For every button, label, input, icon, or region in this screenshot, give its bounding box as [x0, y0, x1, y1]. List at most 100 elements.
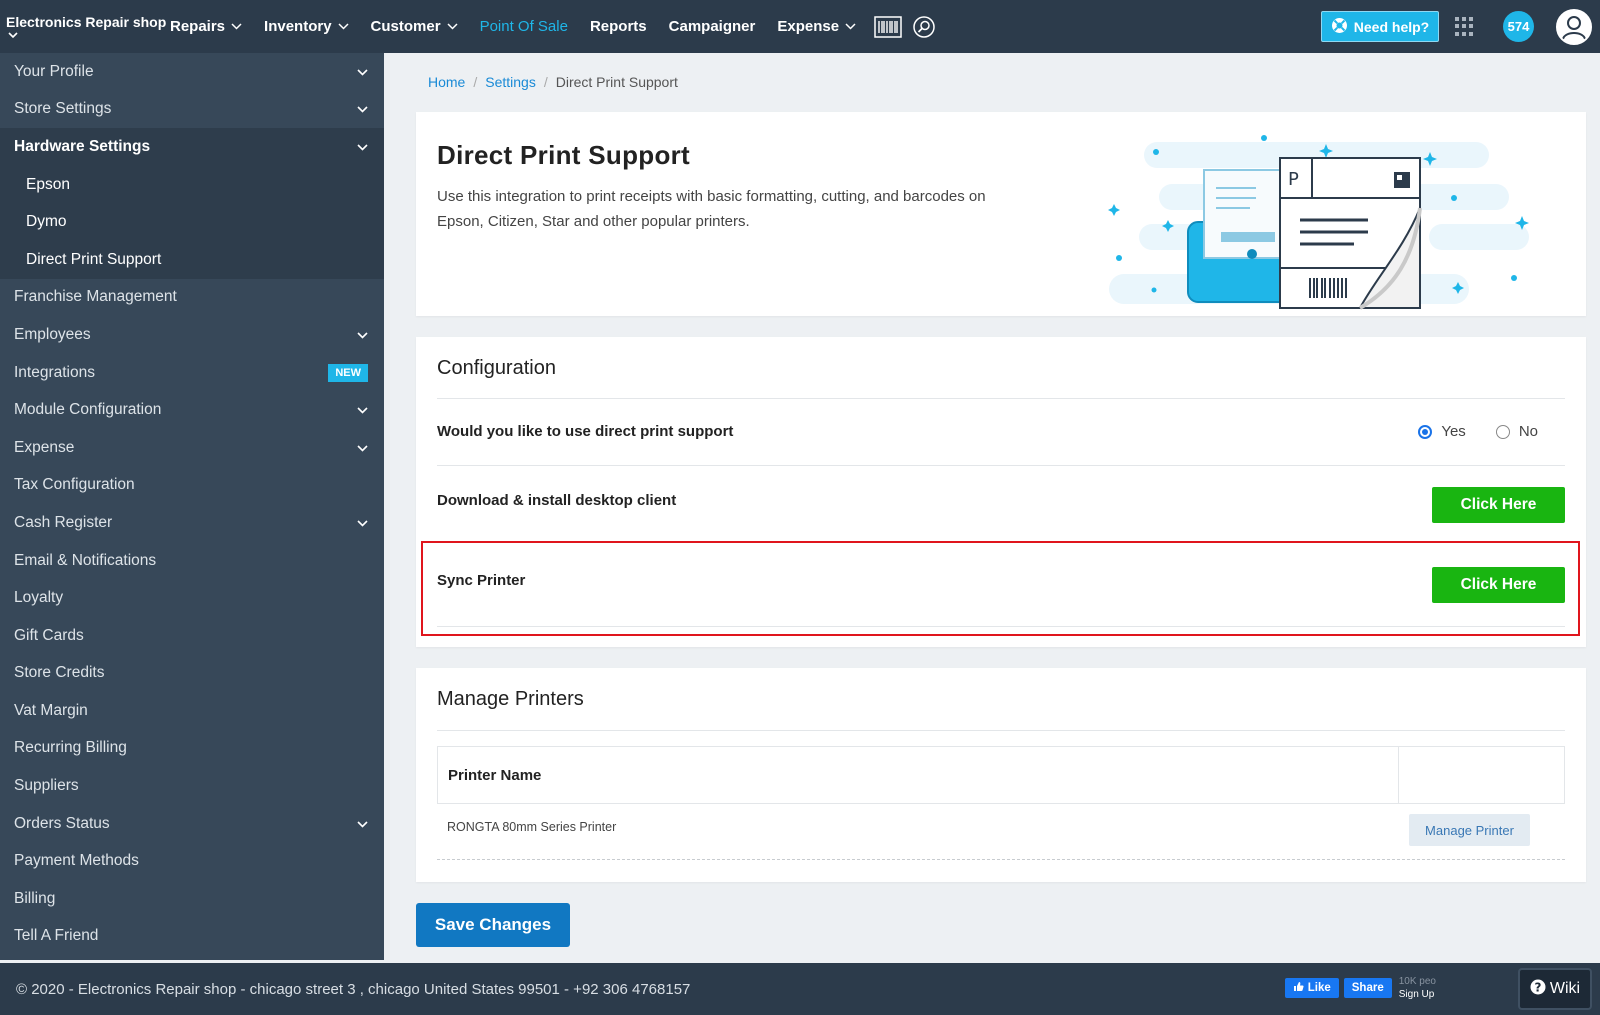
sync-printer-label: Sync Printer: [437, 572, 526, 589]
lifebuoy-icon: [1331, 17, 1348, 37]
chevron-down-icon: [357, 326, 368, 344]
chevron-down-icon: [357, 439, 368, 457]
chevron-down-icon: [8, 32, 18, 39]
need-help-button[interactable]: Need help?: [1321, 11, 1439, 42]
sidebar-item-label: Franchise Management: [14, 288, 177, 306]
sidebar-item-label: Employees: [14, 325, 91, 343]
breadcrumb-settings[interactable]: Settings: [485, 74, 536, 90]
sidebar-item-label: Epson: [26, 175, 70, 193]
save-changes-button[interactable]: Save Changes: [416, 903, 570, 947]
chevron-down-icon: [357, 138, 368, 156]
apps-grid-icon[interactable]: [1455, 16, 1475, 37]
sidebar-item-direct-print-support[interactable]: Direct Print Support: [0, 240, 384, 279]
radio-no[interactable]: No: [1495, 423, 1538, 440]
sidebar-item-vat-margin[interactable]: Vat Margin: [0, 692, 384, 730]
sidebar-item-franchise-management[interactable]: Franchise Management: [0, 279, 384, 317]
nav-label: Point Of Sale: [479, 18, 568, 35]
search-icon[interactable]: [910, 15, 938, 38]
sidebar-item-expense[interactable]: Expense: [0, 429, 384, 467]
facebook-social-text: 10K peo Sign Up: [1399, 975, 1436, 1001]
chevron-down-icon: [447, 23, 458, 30]
svg-text:P: P: [1288, 169, 1299, 190]
sidebar-item-dymo[interactable]: Dymo: [0, 203, 384, 241]
divider: [437, 626, 1565, 627]
nav-label: Customer: [370, 18, 441, 35]
radio-yes-dot[interactable]: [1418, 424, 1433, 439]
sidebar-item-tax-configuration[interactable]: Tax Configuration: [0, 467, 384, 505]
sidebar-item-gift-cards[interactable]: Gift Cards: [0, 617, 384, 655]
divider: [437, 537, 1565, 538]
sidebar-item-suppliers[interactable]: Suppliers: [0, 767, 384, 805]
facebook-like-button[interactable]: Like: [1284, 978, 1339, 998]
radio-yes-label: Yes: [1441, 423, 1466, 440]
sidebar-item-payment-methods[interactable]: Payment Methods: [0, 842, 384, 880]
barcode-icon[interactable]: [874, 15, 902, 38]
manage-printers-title: Manage Printers: [437, 688, 584, 710]
chevron-down-icon: [338, 23, 349, 30]
configuration-card: Configuration Would you like to use dire…: [416, 337, 1586, 647]
direct-print-radio-group: Yes No: [1418, 423, 1538, 440]
settings-sidebar: Your Profile Store Settings Hardware Setti…: [0, 53, 384, 960]
configuration-title: Configuration: [437, 357, 556, 379]
sidebar-item-employees[interactable]: Employees: [0, 316, 384, 354]
sidebar-item-billing[interactable]: Billing: [0, 880, 384, 918]
facebook-count: 10K peo: [1398, 976, 1436, 987]
sidebar-item-label: Store Credits: [14, 664, 105, 682]
radio-yes[interactable]: Yes: [1418, 423, 1466, 440]
sidebar-item-hardware-settings[interactable]: Hardware Settings: [0, 128, 384, 166]
wiki-button[interactable]: ? Wiki: [1518, 968, 1592, 1010]
facebook-signup-link[interactable]: Sign Up: [1399, 988, 1436, 1001]
nav-customer[interactable]: Customer: [371, 18, 458, 35]
printer-illustration: P: [1108, 135, 1529, 310]
intro-card: Direct Print Support Use this integratio…: [416, 112, 1586, 316]
sidebar-item-module-configuration[interactable]: Module Configuration: [0, 391, 384, 429]
manage-printer-button[interactable]: Manage Printer: [1409, 814, 1530, 846]
sidebar-item-orders-status[interactable]: Orders Status: [0, 805, 384, 843]
sync-printer-button[interactable]: Click Here: [1432, 567, 1565, 603]
sidebar-item-label: Tell A Friend: [14, 927, 99, 945]
sidebar-item-your-profile[interactable]: Your Profile: [0, 53, 384, 91]
sidebar-item-recurring-billing[interactable]: Recurring Billing: [0, 730, 384, 768]
radio-no-label: No: [1518, 423, 1538, 440]
nav-point-of-sale[interactable]: Point Of Sale: [480, 18, 568, 35]
store-switcher[interactable]: Electronics Repair shop: [0, 0, 170, 53]
sidebar-item-cash-register[interactable]: Cash Register: [0, 504, 384, 542]
radio-no-dot[interactable]: [1495, 424, 1510, 439]
nav-inventory[interactable]: Inventory: [264, 18, 349, 35]
sidebar-item-loyalty[interactable]: Loyalty: [0, 579, 384, 617]
page-title: Direct Print Support: [437, 140, 691, 170]
nav-label: Reports: [589, 18, 647, 35]
nav-reports[interactable]: Reports: [590, 18, 647, 35]
nav-expense[interactable]: Expense: [777, 18, 856, 35]
question-circle-icon: ?: [1530, 979, 1546, 1000]
sidebar-item-label: Orders Status: [14, 814, 110, 832]
sidebar-item-label: Module Configuration: [14, 401, 162, 419]
user-avatar[interactable]: [1556, 8, 1592, 45]
page-description: Use this integration to print receipts w…: [437, 188, 986, 230]
facebook-share-button[interactable]: Share: [1343, 978, 1392, 998]
sidebar-item-tell-a-friend[interactable]: Tell A Friend: [0, 918, 384, 956]
sidebar-item-epson[interactable]: Epson: [0, 165, 384, 204]
breadcrumb: Home / Settings / Direct Print Support: [428, 74, 678, 90]
breadcrumb-home[interactable]: Home: [428, 74, 465, 90]
nav-repairs[interactable]: Repairs: [170, 18, 242, 35]
sidebar-item-label: Payment Methods: [14, 852, 139, 870]
facebook-widget: Like Share 10K peo Sign Up: [1284, 975, 1436, 1001]
sidebar-item-store-settings[interactable]: Store Settings: [0, 91, 384, 129]
nav-label: Campaigner: [668, 18, 756, 35]
sidebar-item-store-credits[interactable]: Store Credits: [0, 655, 384, 693]
divider: [437, 398, 1565, 399]
download-client-button[interactable]: Click Here: [1432, 487, 1565, 523]
sidebar-item-label: Gift Cards: [14, 626, 84, 644]
sidebar-item-integrations[interactable]: Integrations NEW: [0, 354, 384, 392]
breadcrumb-current: Direct Print Support: [555, 74, 678, 90]
sidebar-item-label: Store Settings: [14, 100, 112, 118]
nav-campaigner[interactable]: Campaigner: [669, 18, 756, 35]
top-navbar: Electronics Repair shop Repairs Inventor…: [0, 0, 1600, 53]
notification-badge[interactable]: 574: [1503, 11, 1534, 42]
divider: [437, 730, 1565, 731]
sidebar-item-email-and-notifications[interactable]: Email & Notifications: [0, 542, 384, 580]
sidebar-item-label: Dymo: [26, 213, 67, 231]
main-nav: Repairs Inventory Customer Point Of Sale…: [170, 0, 938, 53]
wiki-label: Wiki: [1549, 980, 1581, 997]
